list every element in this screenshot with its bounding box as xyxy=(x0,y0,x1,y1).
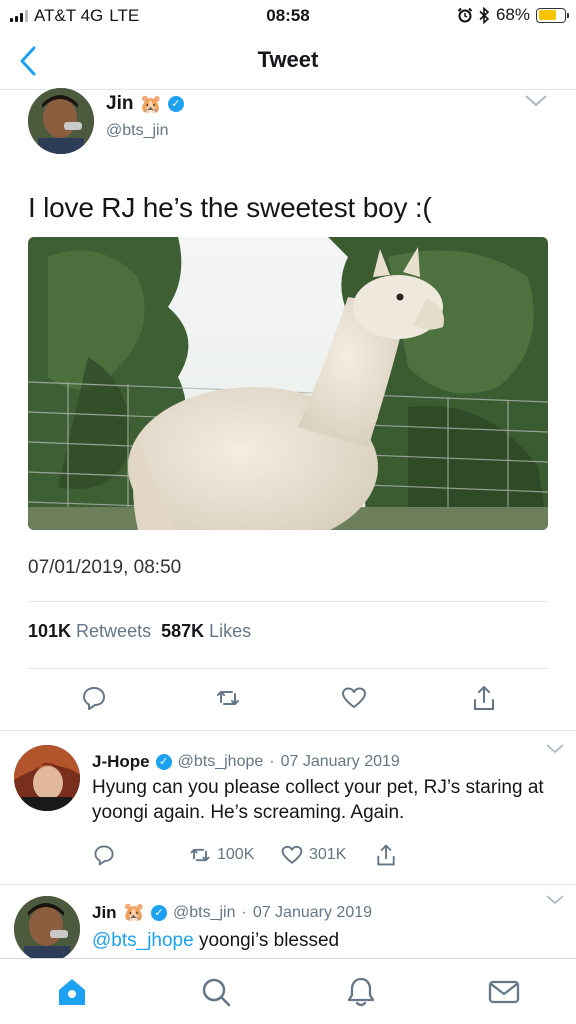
hamster-icon: 🐹 xyxy=(122,902,145,923)
share-icon[interactable] xyxy=(374,843,398,867)
reply-author-name[interactable]: J-Hope xyxy=(92,752,150,772)
battery-fill xyxy=(538,10,556,20)
divider xyxy=(28,668,548,669)
status-bar: AT&T 4G LTE 08:58 68% xyxy=(0,0,576,32)
tweet-timestamp: 07/01/2019, 08:50 xyxy=(28,557,182,578)
reply-like[interactable]: 301K xyxy=(280,843,346,867)
author-avatar[interactable] xyxy=(28,88,94,154)
reply-date: 07 January 2019 xyxy=(252,903,373,921)
retweet-icon xyxy=(190,848,210,862)
retweet-icon[interactable] xyxy=(214,684,242,712)
divider xyxy=(28,601,548,602)
battery-percent: 68% xyxy=(495,5,530,24)
reply-text: Hyung can you please collect your pet, R… xyxy=(92,777,544,823)
reply-date: 07 January 2019 xyxy=(280,753,400,770)
like-label[interactable]: Likes xyxy=(209,621,251,641)
reply-text: @bts_jhope yoongi’s blessed xyxy=(92,928,552,953)
reply-header: Jin 🐹 ✓ @bts_jin · 07 January 2019 xyxy=(92,902,372,923)
reply-author-name[interactable]: Jin xyxy=(92,903,117,923)
author-name[interactable]: Jin 🐹 ✓ xyxy=(106,93,184,115)
section-divider xyxy=(0,884,576,885)
share-icon[interactable] xyxy=(470,684,498,712)
retweet-count[interactable]: 101K xyxy=(28,621,71,641)
battery-icon xyxy=(536,7,569,23)
tweet-actions xyxy=(28,684,548,714)
heart-icon xyxy=(281,845,303,864)
notifications-icon[interactable] xyxy=(344,975,378,1009)
reply-text-body: yoongi’s blessed xyxy=(198,930,340,951)
like-count[interactable]: 587K xyxy=(161,621,204,641)
reply-icon[interactable] xyxy=(92,843,116,867)
avatar-photo xyxy=(28,88,94,154)
retweet-label[interactable]: Retweets xyxy=(76,621,151,641)
dot-separator: · xyxy=(241,903,247,921)
tweet-text: I love RJ he’s the sweetest boy :( xyxy=(28,192,432,223)
bluetooth-icon xyxy=(479,6,490,24)
page-title: Tweet xyxy=(257,47,319,72)
author-handle: @bts_jin xyxy=(106,122,169,139)
reply-handle[interactable]: @bts_jhope xyxy=(178,753,264,771)
status-right: 68% xyxy=(457,5,569,25)
section-divider xyxy=(0,730,576,731)
tab-bar xyxy=(0,958,576,1024)
messages-icon[interactable] xyxy=(487,975,521,1009)
hamster-icon: 🐹 xyxy=(139,93,162,115)
alarm-icon xyxy=(457,7,473,23)
reply-icon[interactable] xyxy=(80,684,108,712)
alpaca-photo xyxy=(28,237,548,530)
heart-icon[interactable] xyxy=(340,684,368,712)
author-display-name: Jin xyxy=(106,93,134,114)
home-icon[interactable] xyxy=(55,975,89,1009)
reply-retweet-count: 100K xyxy=(217,846,255,863)
verified-badge-icon: ✓ xyxy=(167,96,184,112)
avatar-photo xyxy=(14,896,80,962)
chevron-down-icon[interactable] xyxy=(524,94,548,108)
reply-retweet[interactable]: 100K xyxy=(188,843,254,867)
reply-avatar[interactable] xyxy=(14,745,80,811)
dot-separator: · xyxy=(269,753,275,770)
avatar-photo xyxy=(14,745,80,811)
reply-header: J-Hope ✓ @bts_jhope · 07 January 2019 xyxy=(92,752,400,772)
mention-link[interactable]: @bts_jhope xyxy=(92,930,194,951)
nav-bar: Tweet xyxy=(0,32,576,90)
reply-handle[interactable]: @bts_jin xyxy=(173,904,236,922)
reply-like-count: 301K xyxy=(309,846,347,863)
reply-avatar[interactable] xyxy=(14,896,80,962)
tweet-photo[interactable] xyxy=(28,237,548,530)
tweet-stats: 101K Retweets 587K Likes xyxy=(28,621,251,642)
verified-badge-icon: ✓ xyxy=(150,904,167,921)
chevron-down-icon[interactable] xyxy=(546,744,564,754)
chevron-down-icon[interactable] xyxy=(546,895,564,905)
verified-badge-icon: ✓ xyxy=(155,754,172,770)
search-icon[interactable] xyxy=(199,975,233,1009)
